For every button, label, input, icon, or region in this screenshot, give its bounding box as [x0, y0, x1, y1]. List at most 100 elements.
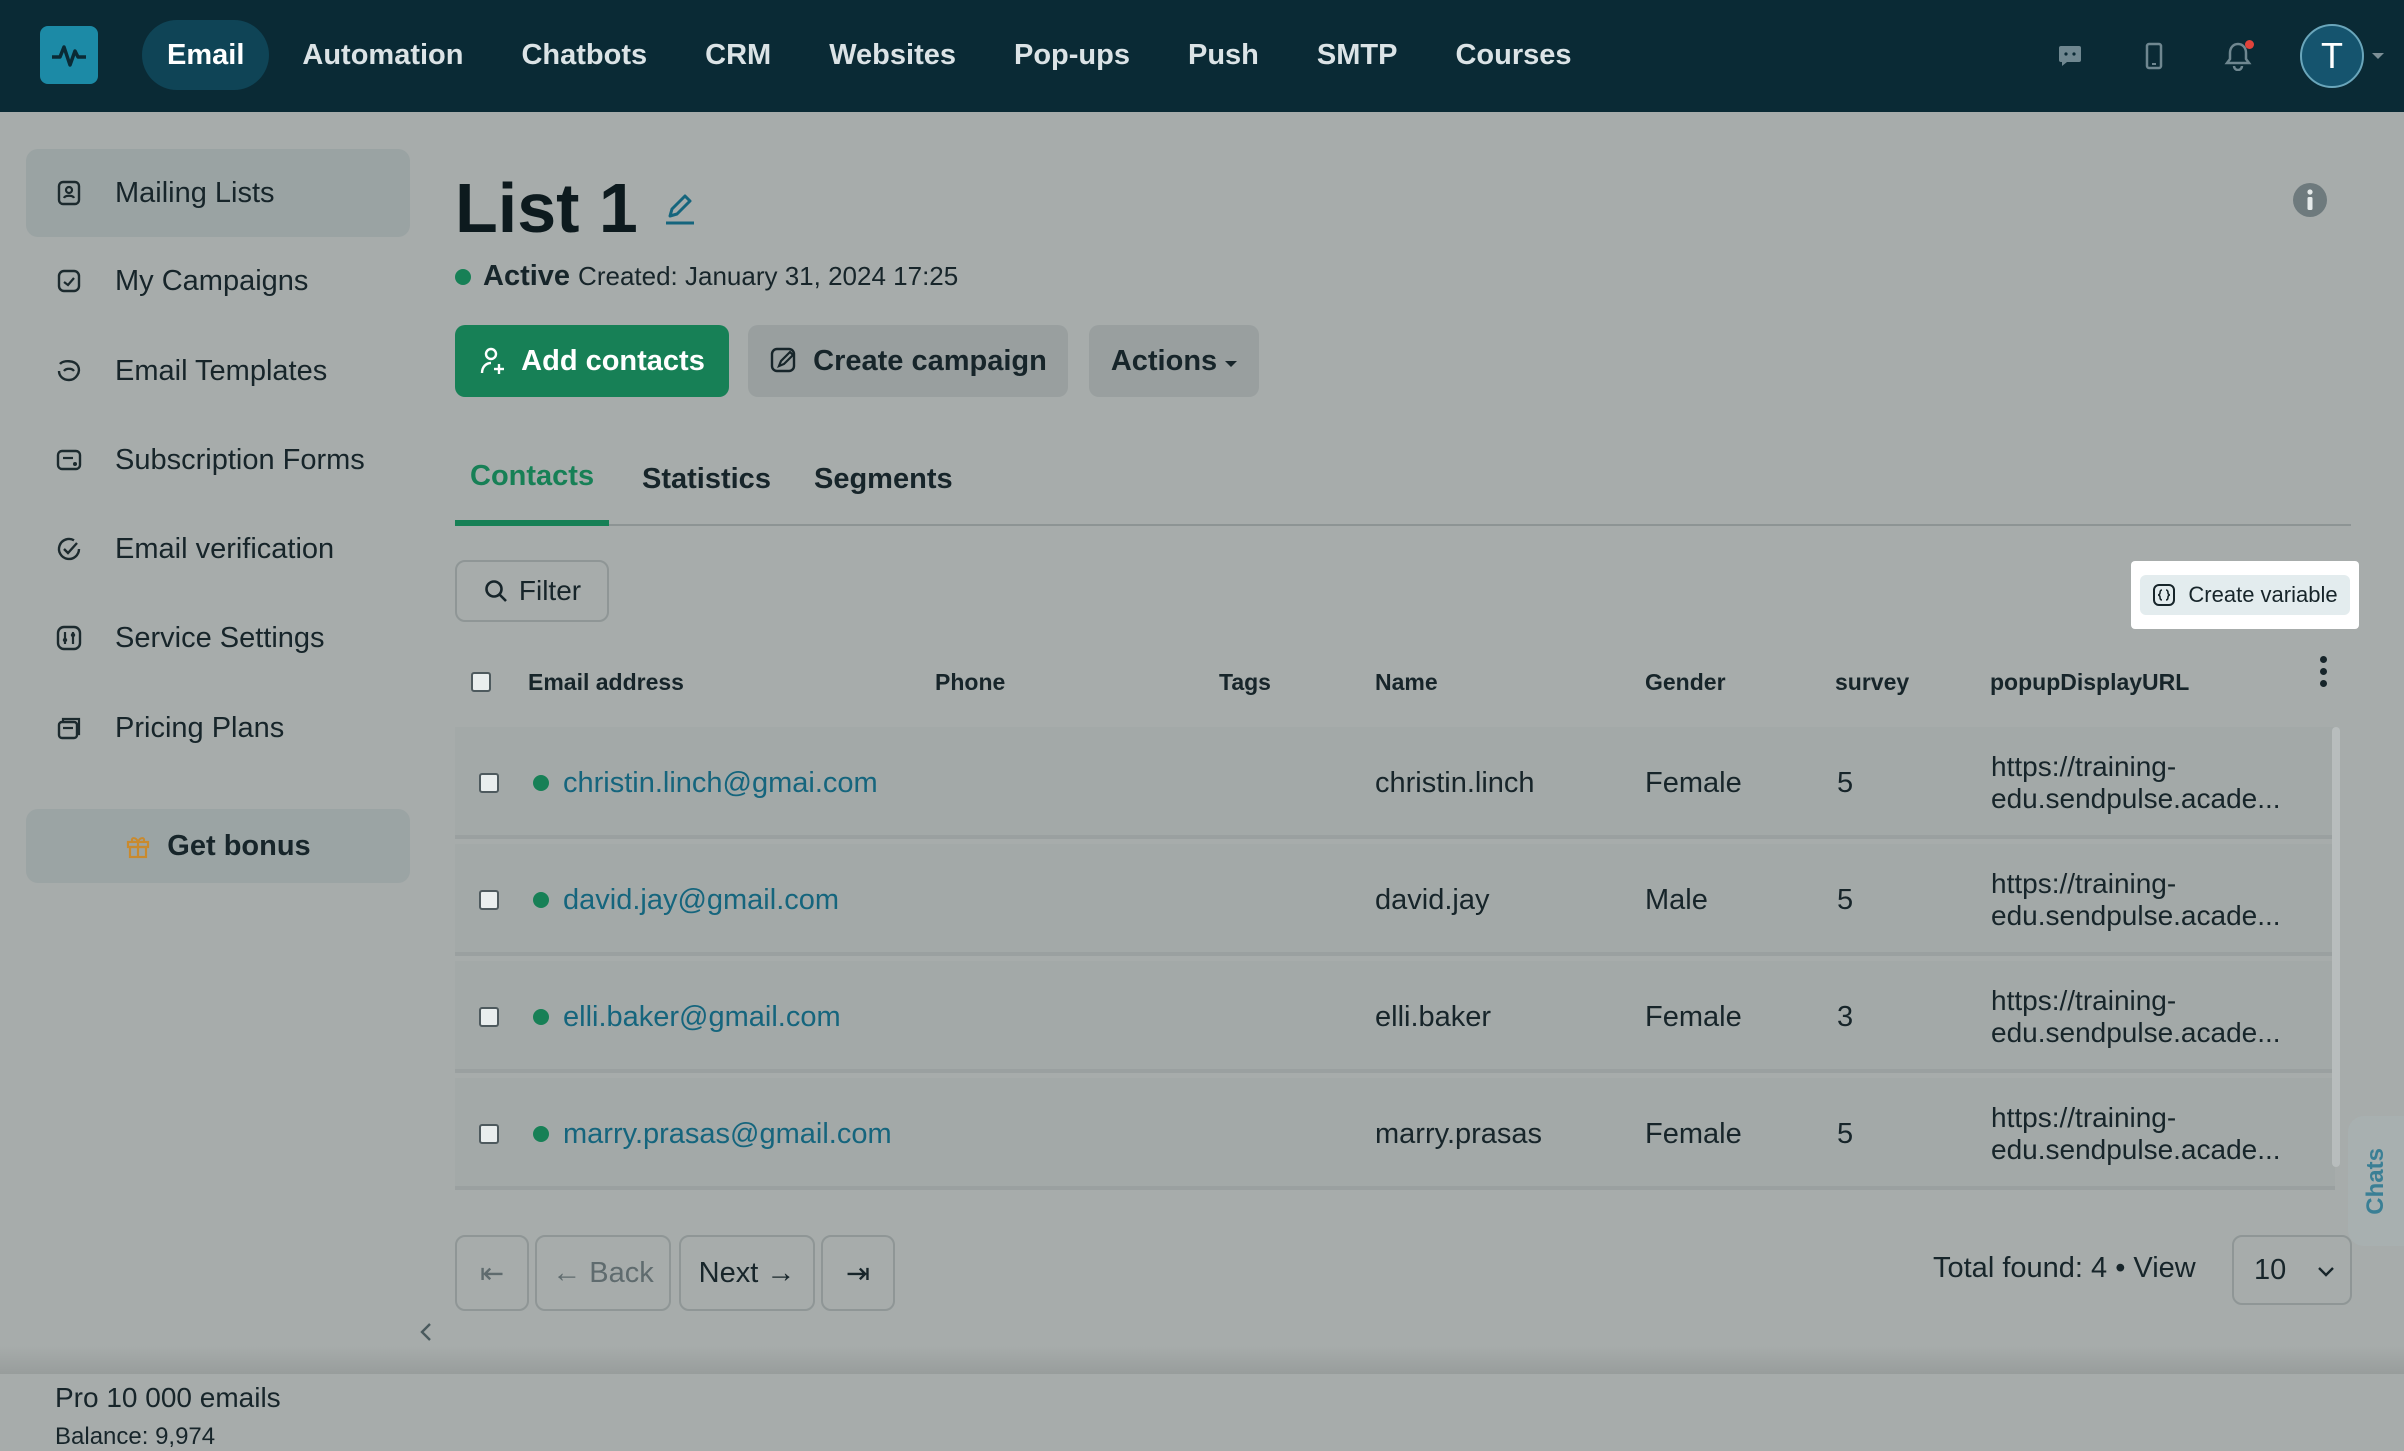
nav-courses[interactable]: Courses [1430, 20, 1596, 90]
select-all-checkbox-cell [471, 652, 491, 712]
edit-pencil-icon[interactable] [660, 188, 700, 228]
view-label: View [2133, 1252, 2196, 1284]
nav-websites[interactable]: Websites [804, 20, 981, 90]
tab-segments[interactable]: Segments [814, 432, 953, 526]
gender-cell: Female [1645, 1000, 1742, 1033]
create-campaign-button[interactable]: Create campaign [748, 325, 1068, 397]
last-page-button[interactable]: ⇥ [821, 1235, 895, 1311]
table-row[interactable]: christin.linch@gmai.com christin.linch F… [455, 727, 2335, 839]
collapse-sidebar-icon[interactable] [416, 1318, 436, 1346]
pricing-icon [53, 712, 85, 744]
actions-label: Actions [1110, 344, 1218, 377]
column-settings-icon[interactable] [2313, 653, 2333, 689]
column-name[interactable]: Name [1375, 652, 1438, 712]
status-dot [455, 268, 471, 285]
url-text: https://training-edu.sendpulse.acade... [1991, 1102, 2281, 1165]
table-scrollbar[interactable] [2332, 727, 2340, 1167]
table-row[interactable]: david.jay@gmail.com david.jay Male 5 htt… [455, 844, 2335, 956]
email-link[interactable]: marry.prasas@gmail.com [563, 1118, 892, 1151]
name-cell: marry.prasas [1375, 1117, 1543, 1150]
chat-icon[interactable] [2048, 34, 2092, 78]
email-link[interactable]: david.jay@gmail.com [563, 884, 839, 917]
add-contacts-button[interactable]: Add contacts [455, 325, 729, 397]
sidebar-item-label: My Campaigns [115, 264, 309, 297]
row-checkbox[interactable] [479, 1124, 499, 1144]
variable-icon [2152, 583, 2176, 607]
info-icon[interactable] [2292, 182, 2328, 218]
status-dot [533, 775, 549, 791]
column-popupdisplayurl[interactable]: popupDisplayURL [1990, 652, 2189, 712]
back-button[interactable]: ← Back [535, 1235, 671, 1311]
sidebar-item-label: Pricing Plans [115, 711, 285, 744]
column-gender[interactable]: Gender [1645, 652, 1726, 712]
nav-automation[interactable]: Automation [277, 20, 488, 90]
url-cell: https://training-edu.sendpulse.acade... [1991, 727, 2301, 839]
sidebar-item-my-campaigns[interactable]: My Campaigns [26, 237, 410, 325]
sendpulse-logo-icon[interactable] [40, 26, 98, 84]
sidebar-item-email-templates[interactable]: Email Templates [26, 327, 410, 415]
column-tags[interactable]: Tags [1219, 652, 1271, 712]
table-row[interactable]: elli.baker@gmail.com elli.baker Female 3… [455, 961, 2335, 1073]
tab-statistics[interactable]: Statistics [642, 432, 771, 526]
email-link[interactable]: christin.linch@gmai.com [563, 767, 878, 800]
create-variable-button[interactable]: Create variable [2140, 575, 2350, 615]
tab-contacts[interactable]: Contacts [455, 432, 610, 526]
row-checkbox[interactable] [479, 890, 499, 910]
bell-icon[interactable] [2216, 34, 2260, 78]
add-person-icon [479, 346, 507, 376]
table-row[interactable]: marry.prasas@gmail.com marry.prasas Fema… [455, 1078, 2335, 1190]
row-checkbox[interactable] [479, 773, 499, 793]
chevron-down-icon [2316, 1265, 2336, 1279]
url-text: https://training-edu.sendpulse.acade... [1991, 868, 2281, 931]
sidebar-item-mailing-lists[interactable]: Mailing Lists [26, 149, 410, 237]
first-page-button[interactable]: ⇤ [455, 1235, 529, 1311]
template-icon [53, 355, 85, 387]
campaign-icon [53, 265, 85, 297]
select-all-checkbox[interactable] [471, 672, 491, 692]
mobile-icon[interactable] [2132, 34, 2176, 78]
page-size-value: 10 [2254, 1253, 2287, 1286]
sidebar-item-email-verification[interactable]: Email verification [26, 505, 410, 593]
sidebar: Mailing Lists My Campaigns Email Templat… [0, 112, 432, 1450]
notification-dot [2245, 40, 2254, 49]
list-title: List 1 [455, 169, 638, 247]
sidebar-item-label: Subscription Forms [115, 443, 365, 476]
column-email[interactable]: Email address [528, 652, 684, 712]
list-status-row: Active Created: January 31, 2024 17:25 [455, 260, 958, 293]
actions-dropdown[interactable]: Actions [1089, 325, 1259, 397]
nav-chatbots[interactable]: Chatbots [496, 20, 672, 90]
nav-popups[interactable]: Pop-ups [989, 20, 1155, 90]
sidebar-item-pricing-plans[interactable]: Pricing Plans [26, 684, 410, 772]
column-survey[interactable]: survey [1835, 652, 1909, 712]
get-bonus-button[interactable]: Get bonus [26, 809, 410, 883]
sidebar-item-label: Service Settings [115, 621, 325, 654]
nav-push[interactable]: Push [1163, 20, 1284, 90]
page-size-select[interactable]: 10 [2232, 1235, 2352, 1305]
gift-icon [125, 833, 151, 859]
sidebar-item-label: Mailing Lists [115, 176, 275, 209]
row-checkbox[interactable] [479, 1007, 499, 1027]
filter-button[interactable]: Filter [455, 560, 609, 622]
chats-label: Chats [2362, 1147, 2389, 1215]
plan-name[interactable]: Pro 10 000 emails [55, 1382, 281, 1414]
status-dot [533, 1126, 549, 1142]
column-phone[interactable]: Phone [935, 652, 1005, 712]
created-date: Created: January 31, 2024 17:25 [578, 261, 959, 291]
row-checkbox-cell [479, 727, 499, 839]
sidebar-item-subscription-forms[interactable]: Subscription Forms [26, 416, 410, 504]
sidebar-item-service-settings[interactable]: Service Settings [26, 594, 410, 682]
status-dot [533, 1009, 549, 1025]
nav-email[interactable]: Email [142, 20, 270, 90]
chevron-down-icon[interactable] [2372, 53, 2384, 59]
email-link[interactable]: elli.baker@gmail.com [563, 1001, 841, 1034]
user-avatar[interactable]: T [2300, 24, 2364, 88]
next-button[interactable]: Next → [679, 1235, 815, 1311]
survey-cell: 5 [1837, 1117, 1854, 1150]
total-found: Total found: 4 • View [1933, 1252, 2196, 1285]
nav-smtp[interactable]: SMTP [1292, 20, 1423, 90]
chats-tab[interactable]: Chats [2348, 1116, 2404, 1246]
email-cell: elli.baker@gmail.com [533, 961, 841, 1073]
contacts-icon [53, 177, 85, 209]
bottom-shadow [0, 1346, 2404, 1374]
nav-crm[interactable]: CRM [680, 20, 796, 90]
